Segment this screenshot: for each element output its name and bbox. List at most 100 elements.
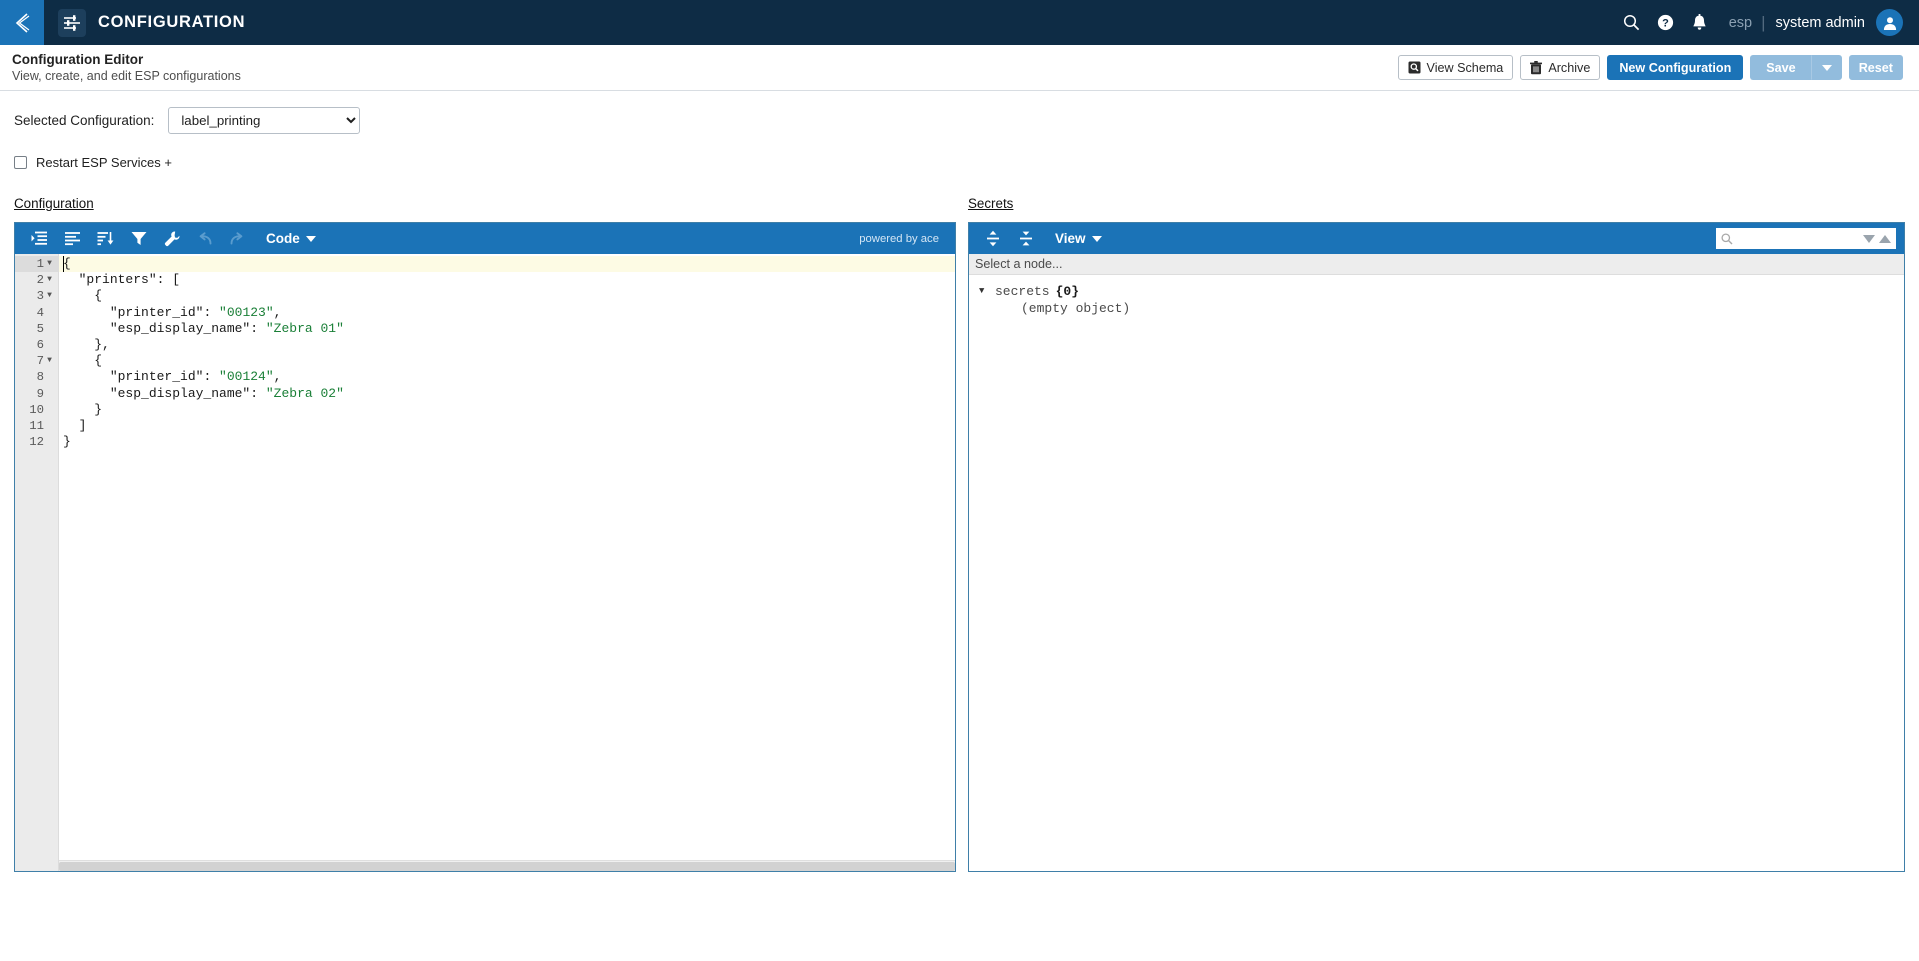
user-avatar-icon[interactable] (1876, 9, 1903, 36)
secrets-tree-box: View Select a node... ▼ secrets {0} (emp… (967, 222, 1905, 872)
collapse-all-icon[interactable] (1010, 223, 1043, 254)
redo-arrow-icon[interactable] (221, 223, 254, 254)
fold-toggle-icon[interactable]: ▼ (44, 272, 55, 288)
ace-credit-label: powered by ace (859, 232, 939, 245)
new-configuration-button[interactable]: New Configuration (1607, 55, 1744, 80)
topbar-divider: | (1761, 12, 1766, 32)
selected-node-bar[interactable]: Select a node... (968, 254, 1904, 275)
top-bar-actions: ? esp | system admin (1615, 0, 1919, 45)
selected-configuration-row: Selected Configuration: label_printing (14, 91, 1905, 143)
caret-down-icon (1091, 235, 1102, 242)
wrench-icon[interactable] (155, 223, 188, 254)
line-number: 5 (36, 321, 44, 336)
save-dropdown-button[interactable] (1811, 55, 1842, 80)
line-number: 7 (36, 354, 44, 369)
format-indent-icon[interactable] (23, 223, 56, 254)
reset-button[interactable]: Reset (1848, 55, 1903, 80)
help-circle-icon[interactable]: ? (1649, 0, 1683, 45)
code-line-5[interactable]: "esp_display_name": "Zebra 01" (59, 321, 955, 337)
line-number: 8 (36, 370, 44, 385)
gutter-line-6[interactable]: 6▼ (15, 337, 58, 353)
configuration-select[interactable]: label_printing (168, 106, 361, 134)
code-line-6[interactable]: }, (59, 337, 955, 353)
secrets-search-nav (1859, 234, 1891, 243)
configuration-panel-title: Configuration (14, 196, 94, 211)
gutter-line-3[interactable]: 3 ▼ (15, 288, 58, 304)
line-number: 9 (36, 386, 44, 401)
gutter-line-11[interactable]: 11▼ (15, 418, 58, 434)
tree-row[interactable]: ▼ secrets {0} (979, 281, 1904, 301)
code-line-3[interactable]: { (59, 288, 955, 304)
gutter-line-5[interactable]: 5▼ (15, 321, 58, 337)
configuration-editor-box: Code powered by ace 1▼2▼3▼4▼5▼6▼7▼8▼9▼10… (14, 222, 956, 872)
top-navigation-bar: CONFIGURATION ? esp | system admin (0, 0, 1919, 45)
undo-arrow-icon[interactable] (188, 223, 221, 254)
code-line-7[interactable]: { (59, 353, 955, 369)
expand-all-icon[interactable] (977, 223, 1010, 254)
code-line-2[interactable]: "printers": [ (59, 272, 955, 288)
secrets-search-box[interactable] (1716, 228, 1896, 249)
code-line-9[interactable]: "esp_display_name": "Zebra 02" (59, 386, 955, 402)
trash-icon (1530, 60, 1543, 74)
compact-lines-icon[interactable] (56, 223, 89, 254)
back-button[interactable] (0, 0, 44, 45)
fold-toggle-icon[interactable]: ▼ (44, 288, 55, 304)
scrollbar-thumb[interactable] (59, 862, 955, 871)
code-line-8[interactable]: "printer_id": "00124", (59, 369, 955, 385)
line-number: 1 (36, 257, 44, 271)
page-header: Configuration Editor View, create, and e… (0, 45, 1919, 91)
gutter-line-2[interactable]: 2 ▼ (15, 272, 58, 288)
filter-funnel-icon[interactable] (122, 223, 155, 254)
secrets-toolbar: View (968, 223, 1904, 254)
secrets-view-dropdown[interactable]: View (1055, 231, 1102, 246)
restart-services-label[interactable]: Restart ESP Services + (36, 155, 172, 170)
fold-toggle-icon[interactable]: ▼ (44, 353, 55, 369)
editor-gutter[interactable]: 1▼2▼3▼4▼5▼6▼7▼8▼9▼10▼11▼12▼ (15, 254, 59, 871)
page-header-text: Configuration Editor View, create, and e… (12, 52, 241, 84)
line-number: 4 (36, 305, 44, 320)
fold-toggle-icon[interactable]: ▼ (44, 256, 55, 272)
page-body: Selected Configuration: label_printing R… (0, 91, 1919, 872)
gutter-line-7[interactable]: 7 ▼ (15, 353, 58, 369)
line-number: 2 (36, 273, 44, 288)
ace-editor[interactable]: 1▼2▼3▼4▼5▼6▼7▼8▼9▼10▼11▼12▼ { "printers"… (15, 254, 955, 871)
view-schema-button[interactable]: View Schema (1397, 55, 1514, 80)
app-title: CONFIGURATION (98, 13, 246, 31)
sort-descending-icon[interactable] (89, 223, 122, 254)
search-icon[interactable] (1615, 0, 1649, 45)
code-line-12[interactable]: } (59, 434, 955, 450)
gutter-line-12[interactable]: 12▼ (15, 434, 58, 450)
editor-mode-label: Code (266, 231, 300, 246)
search-icon (1721, 232, 1733, 244)
code-line-10[interactable]: } (59, 402, 955, 418)
tree-node-count: {0} (1055, 283, 1079, 299)
editor-mode-dropdown[interactable]: Code (266, 231, 316, 246)
archive-label: Archive (1548, 60, 1591, 75)
line-number: 3 (36, 289, 44, 304)
code-line-11[interactable]: ] (59, 418, 955, 434)
secrets-tree[interactable]: ▼ secrets {0} (empty object) (969, 275, 1904, 871)
restart-services-checkbox[interactable] (14, 155, 27, 169)
archive-button[interactable]: Archive (1520, 55, 1601, 80)
gutter-line-1[interactable]: 1 ▼ (15, 256, 58, 273)
editor-horizontal-scrollbar[interactable] (59, 860, 955, 871)
save-button[interactable]: Save (1750, 55, 1812, 80)
triangle-up-icon[interactable] (1879, 234, 1891, 243)
code-line-4[interactable]: "printer_id": "00123", (59, 305, 955, 321)
gutter-line-4[interactable]: 4▼ (15, 305, 58, 321)
gutter-line-8[interactable]: 8▼ (15, 369, 58, 385)
view-schema-label: View Schema (1426, 60, 1504, 75)
reset-label: Reset (1858, 60, 1893, 75)
editor-content[interactable]: { "printers": [ { "printer_id": "00123",… (59, 254, 955, 871)
gutter-line-9[interactable]: 9▼ (15, 386, 58, 402)
code-line-1[interactable]: { (59, 256, 955, 273)
tree-node-label: secrets (994, 283, 1050, 299)
gutter-line-10[interactable]: 10▼ (15, 402, 58, 418)
svg-text:?: ? (1662, 18, 1669, 30)
triangle-down-icon[interactable]: ▼ (979, 286, 995, 296)
bell-icon[interactable] (1683, 0, 1717, 45)
line-number: 6 (36, 337, 44, 352)
page-title: Configuration Editor (12, 51, 144, 67)
triangle-down-icon[interactable] (1863, 234, 1875, 243)
secrets-search-input[interactable] (1737, 231, 1859, 246)
